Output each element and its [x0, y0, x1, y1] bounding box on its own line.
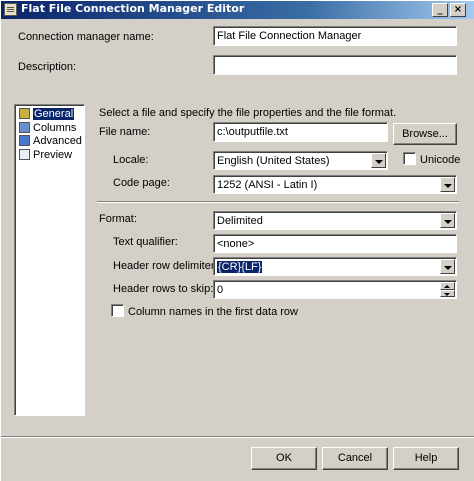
locale-value: English (United States)	[217, 155, 330, 167]
help-button[interactable]: Help	[393, 447, 459, 470]
column-names-checkbox[interactable]	[111, 304, 124, 317]
code-page-label: Code page:	[113, 177, 170, 189]
cancel-button[interactable]: Cancel	[322, 447, 388, 470]
format-value: Delimited	[217, 215, 263, 227]
spin-up-icon[interactable]	[440, 282, 455, 290]
header-row-delimiter-label: Header row delimiter:	[113, 260, 218, 272]
chevron-down-icon[interactable]	[371, 153, 386, 168]
text-qualifier-label: Text qualifier:	[113, 236, 178, 248]
chevron-down-icon[interactable]	[440, 177, 455, 192]
preview-icon	[19, 149, 30, 160]
sidebar-item-preview[interactable]: Preview	[19, 149, 72, 162]
sidebar-item-label: Preview	[33, 149, 73, 161]
unicode-checkbox[interactable]	[403, 152, 416, 165]
chevron-down-icon[interactable]	[440, 213, 455, 228]
window-title: Flat File Connection Manager Editor	[21, 2, 245, 15]
locale-select[interactable]: English (United States)	[213, 151, 388, 170]
sidebar-item-label: Columns	[33, 122, 77, 134]
sidebar-item-advanced[interactable]: Advanced	[19, 135, 82, 148]
sidebar-item-general[interactable]: General	[19, 108, 75, 121]
header-rows-to-skip-stepper[interactable]: 0	[213, 280, 457, 299]
format-select[interactable]: Delimited	[213, 211, 457, 230]
title-bar[interactable]: Flat File Connection Manager Editor _ ×	[1, 1, 474, 19]
chevron-down-icon[interactable]	[440, 259, 455, 274]
spin-buttons[interactable]	[440, 282, 455, 297]
header-row-delimiter-value: {CR}{LF}	[215, 260, 264, 274]
column-names-label: Column names in the first data row	[128, 306, 298, 318]
columns-icon	[19, 122, 30, 133]
sidebar-item-label: General	[33, 108, 75, 120]
connection-name-label: Connection manager name:	[18, 31, 154, 43]
page-list: General Columns Advanced Preview	[14, 104, 85, 416]
code-page-value: 1252 (ANSI - Latin I)	[217, 179, 318, 191]
text-qualifier-input[interactable]: <none>	[213, 234, 457, 253]
app-icon	[4, 3, 17, 16]
sidebar-item-label: Advanced	[33, 135, 82, 147]
locale-label: Locale:	[113, 154, 149, 166]
header-row-delimiter-select[interactable]: {CR}{LF}	[213, 257, 457, 276]
description-label: Description:	[18, 61, 77, 73]
general-icon	[19, 108, 30, 119]
dialog-window: Flat File Connection Manager Editor _ × …	[0, 0, 474, 481]
file-name-input[interactable]: c:\outputfile.txt	[213, 122, 388, 142]
format-label: Format:	[99, 213, 137, 225]
spin-down-icon[interactable]	[440, 289, 455, 297]
sidebar-item-columns[interactable]: Columns	[19, 122, 76, 135]
footer-divider	[1, 436, 474, 438]
ok-button[interactable]: OK	[251, 447, 317, 470]
file-name-label: File name:	[99, 126, 151, 138]
code-page-select[interactable]: 1252 (ANSI - Latin I)	[213, 175, 457, 194]
unicode-label: Unicode	[420, 154, 461, 166]
advanced-icon	[19, 135, 30, 146]
browse-button[interactable]: Browse...	[393, 123, 457, 145]
connection-name-input[interactable]: Flat File Connection Manager	[213, 26, 457, 46]
section-divider	[97, 201, 459, 203]
minimize-icon[interactable]: _	[432, 3, 448, 17]
instruction-text: Select a file and specify the file prope…	[99, 107, 397, 119]
header-rows-to-skip-label: Header rows to skip:	[113, 283, 214, 295]
close-icon[interactable]: ×	[450, 3, 466, 17]
description-input[interactable]	[213, 55, 457, 75]
header-rows-to-skip-value: 0	[217, 284, 224, 296]
